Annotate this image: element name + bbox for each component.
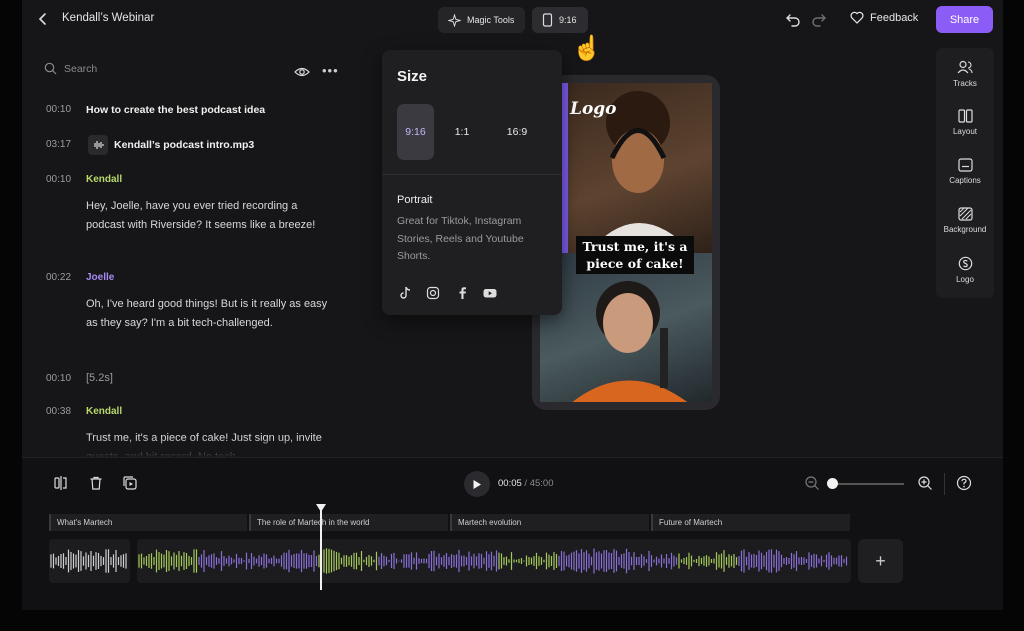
captions-icon [957,158,973,172]
top-bar: Kendall’s Webinar Magic Tools 9:16 Feedb… [22,0,1003,40]
layout-icon [957,109,973,123]
total-time: 45:00 [529,478,554,489]
format-description: Great for Tiktok, Instagram Stories, Ree… [397,215,524,262]
background-button[interactable]: Background [936,207,994,234]
add-track-button[interactable]: + [858,539,903,583]
split-icon[interactable] [53,475,69,491]
speaker-name: Kendall [86,174,123,185]
more-options-icon[interactable]: ••• [322,63,339,78]
facebook-icon [459,287,466,299]
play-button[interactable] [464,471,490,497]
section-heading: How to create the best podcast idea [86,104,266,116]
aspect-ratio-button[interactable]: 9:16 [532,7,588,33]
logo-overlay: Logo [570,99,617,119]
tracks-button[interactable]: Tracks [936,60,994,88]
timestamp[interactable]: 00:10 [46,373,71,384]
size-option-1-1[interactable]: 1:1 [442,104,482,160]
feedback-label: Feedback [870,11,919,24]
playback-time: 00:05 / 45:00 [498,478,553,489]
audio-clip-icon [88,135,108,155]
playhead[interactable] [320,508,322,590]
heart-icon [850,11,864,24]
aspect-ratio-label: 9:16 [559,15,577,25]
background-icon [957,207,973,221]
timestamp[interactable]: 00:10 [46,104,71,115]
sparkle-icon [448,13,461,27]
search-icon [44,62,57,75]
instagram-icon [426,286,440,300]
hand-cursor-icon: ☝ [572,35,602,62]
current-time: 00:05 [498,478,522,489]
tiktok-icon [400,286,411,299]
search-field[interactable]: Search [44,62,97,75]
layout-label: Layout [952,127,978,136]
captions-button[interactable]: Captions [936,158,994,185]
people-icon [957,60,973,74]
zoom-in-icon[interactable] [917,475,933,491]
timestamp[interactable]: 00:22 [46,272,71,283]
timestamp[interactable]: 00:38 [46,406,71,417]
youtube-icon [483,289,497,298]
editor-window: Kendall’s Webinar Magic Tools 9:16 Feedb… [22,0,1003,610]
speaker-name: Joelle [86,272,115,283]
size-option-16-9[interactable]: 16:9 [497,104,537,160]
format-title: Portrait [397,194,433,206]
timestamp[interactable]: 00:10 [46,174,71,185]
phone-icon [542,13,553,27]
project-title: Kendall’s Webinar [62,12,155,24]
clip-copy-icon[interactable] [122,475,138,491]
popup-title: Size [397,68,428,85]
play-icon [473,479,481,489]
eye-icon[interactable] [294,64,310,80]
speaker-video-bottom [540,253,712,402]
scroll-fade [22,438,382,458]
magic-tools-button[interactable]: Magic Tools [438,7,525,33]
back-arrow-icon[interactable] [34,10,52,28]
transcript-text[interactable]: Hey, Joelle, have you ever tried recordi… [86,197,336,234]
divider [382,174,562,175]
speaker-name: Kendall [86,406,123,417]
tracks-label: Tracks [953,79,977,88]
zoom-out-icon[interactable] [804,475,820,491]
redo-icon[interactable] [810,10,828,28]
chapter-marker[interactable]: Martech evolution [450,514,649,531]
help-icon[interactable] [956,475,972,491]
chapter-marker[interactable]: Future of Martech [651,514,850,531]
zoom-slider-track[interactable] [832,483,904,485]
transcript-text[interactable]: Oh, I've heard good things! But is it re… [86,295,336,332]
zoom-slider-handle[interactable] [827,478,838,489]
trash-icon[interactable] [88,475,104,491]
feedback-button[interactable]: Feedback [850,11,918,24]
audio-clip-name[interactable]: Kendall’s podcast intro.mp3 [114,136,254,155]
size-popup: Size 9:16 1:1 16:9 Portrait Great for Ti… [382,50,562,315]
preview-frame: Logo Trust me, it's a piece of cake! [540,83,712,402]
search-placeholder: Search [64,62,98,75]
silence-marker[interactable]: [5.2s] [86,369,113,388]
main-audio-track[interactable] [137,539,851,583]
timestamp[interactable]: 03:17 [46,139,71,150]
right-toolbar: Tracks Layout Captions Background Logo [936,48,994,298]
logo-s-icon [958,256,972,271]
chapter-marker[interactable]: What's Martech [49,514,247,531]
undo-icon[interactable] [784,10,802,28]
intro-audio-track[interactable] [49,539,130,583]
timeline-panel: 00:05 / 45:00 What's Martech The role of… [22,457,1003,610]
logo-label: Logo [956,275,974,284]
background-label: Background [943,225,987,234]
logo-button[interactable]: Logo [936,256,994,284]
size-option-9-16[interactable]: 9:16 [397,104,434,160]
captions-label: Captions [949,176,981,185]
share-button[interactable]: Share [936,6,993,33]
layout-button[interactable]: Layout [936,109,994,136]
chapter-marker[interactable]: The role of Martech in the world [249,514,448,531]
time-separator: / [524,478,528,489]
caption-overlay: Trust me, it's a piece of cake! [576,236,694,274]
divider [944,473,945,495]
magic-tools-label: Magic Tools [467,15,515,25]
